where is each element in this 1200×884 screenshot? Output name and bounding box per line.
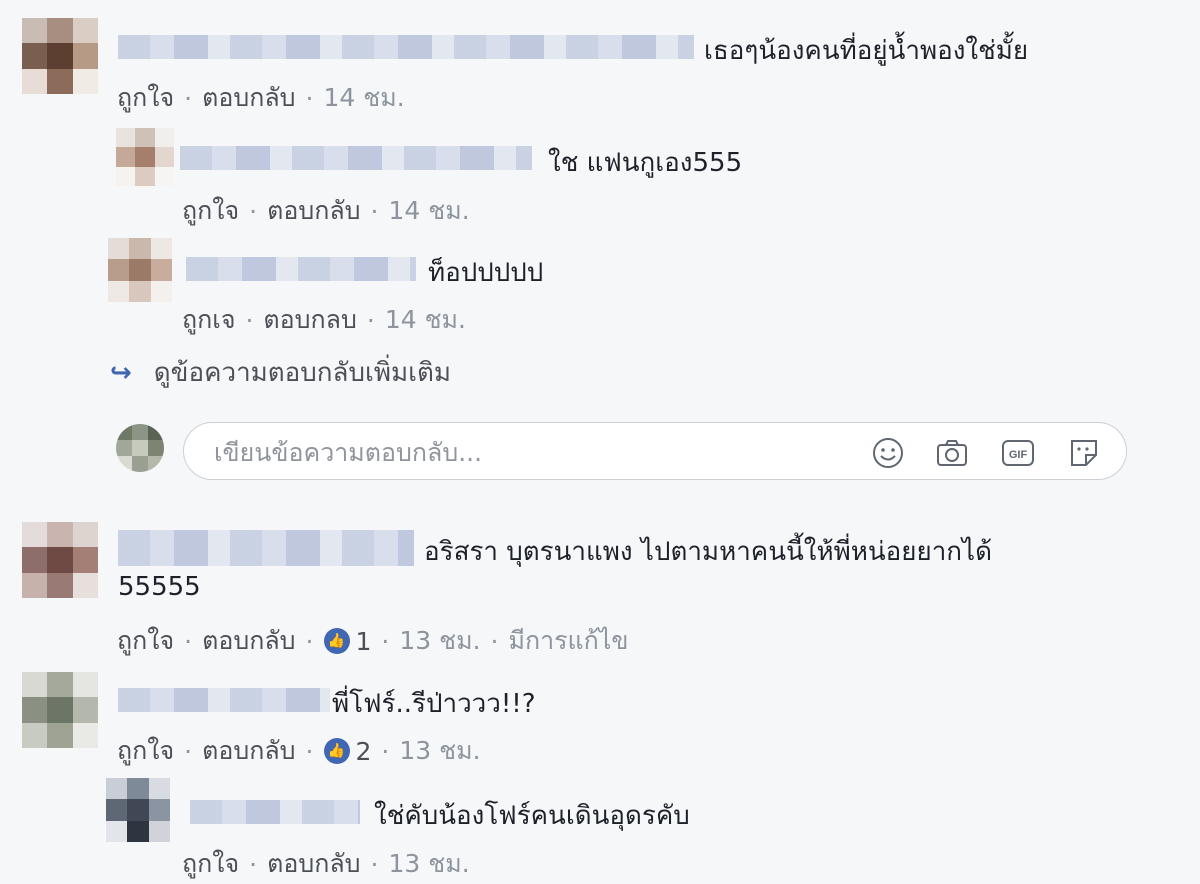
like-link[interactable]: ถูกใจ xyxy=(117,621,174,661)
gif-icon[interactable]: GIF xyxy=(1000,435,1036,471)
like-reaction-icon[interactable]: 👍 xyxy=(323,628,350,654)
timestamp[interactable]: 13 ชม. xyxy=(399,731,480,771)
emoji-icon[interactable] xyxy=(870,435,906,471)
reply-link[interactable]: ตอบกลับ xyxy=(267,191,360,231)
timestamp[interactable]: 13 ชม. xyxy=(399,621,480,661)
reply-link[interactable]: ตอบกลับ xyxy=(267,844,360,884)
commenter-name[interactable] xyxy=(118,530,414,566)
my-avatar[interactable] xyxy=(116,424,164,472)
separator-dot: · xyxy=(249,196,258,226)
like-link[interactable]: ถูกใจ xyxy=(117,731,174,771)
comment-actions: ถูกใจ · ตอบกลับ · 14 ชม. xyxy=(117,78,405,118)
separator-dot: · xyxy=(249,849,258,879)
comment-text-continued: 55555 xyxy=(118,572,201,602)
edited-label[interactable]: มีการแก้ไข xyxy=(508,621,628,661)
reply-link[interactable]: ตอบกลับ xyxy=(202,621,295,661)
like-link[interactable]: ถูกใจ xyxy=(182,844,239,884)
comment-actions: ถูกใจ · ตอบกลับ · 13 ชม. xyxy=(182,844,470,884)
like-link[interactable]: ถูกใจ xyxy=(117,78,174,118)
avatar[interactable] xyxy=(22,672,98,748)
avatar[interactable] xyxy=(108,238,172,302)
reply-arrow-icon: ↪ xyxy=(110,357,132,388)
separator-dot: · xyxy=(245,305,254,335)
comment-actions: ถูกใจ · ตอบกลับ · 👍 1 · 13 ชม. · มีการแก… xyxy=(117,621,628,661)
separator-dot: · xyxy=(370,849,379,879)
timestamp[interactable]: 13 ชม. xyxy=(389,844,470,884)
comment-text: พี่โฟร์..รีป่าววว!!? xyxy=(332,689,536,719)
commenter-name[interactable] xyxy=(186,257,416,281)
timestamp[interactable]: 14 ชม. xyxy=(389,191,470,231)
commenter-name[interactable] xyxy=(180,146,532,170)
separator-dot: · xyxy=(490,626,499,656)
separator-dot: · xyxy=(381,626,390,656)
camera-icon[interactable] xyxy=(934,435,970,471)
avatar[interactable] xyxy=(116,128,174,186)
comment-text: ท็อปปปปป xyxy=(428,258,544,288)
reply-link[interactable]: ตอบกลับ xyxy=(202,78,295,118)
reply-composer[interactable]: GIF xyxy=(183,422,1127,480)
sticker-icon[interactable] xyxy=(1066,435,1102,471)
separator-dot: · xyxy=(305,736,314,766)
comment-actions: ถูกใจ · ตอบกลับ · 👍 2 · 13 ชม. xyxy=(117,731,481,771)
timestamp[interactable]: 14 ชม. xyxy=(385,300,466,340)
avatar[interactable] xyxy=(106,778,170,842)
commenter-name[interactable] xyxy=(118,688,330,712)
comment-text: อริสรา บุตรนาแพง ไปตามหาคนนี้ให้พี่หน่อย… xyxy=(424,537,993,567)
separator-dot: · xyxy=(366,305,375,335)
separator-dot: · xyxy=(184,626,193,656)
timestamp[interactable]: 14 ชม. xyxy=(324,78,405,118)
comment-text: ใช แฟนกูเอง555 xyxy=(548,148,743,178)
separator-dot: · xyxy=(305,83,314,113)
separator-dot: · xyxy=(381,736,390,766)
reply-input[interactable] xyxy=(212,435,836,469)
separator-dot: · xyxy=(370,196,379,226)
separator-dot: · xyxy=(305,626,314,656)
view-more-replies-label: ดูข้อความตอบกลับเพิ่มเติม xyxy=(153,358,452,388)
commenter-name[interactable] xyxy=(190,800,360,824)
reaction-count[interactable]: 2 xyxy=(356,737,372,766)
separator-dot: · xyxy=(184,736,193,766)
like-link[interactable]: ถูกใจ xyxy=(182,191,239,231)
reply-link[interactable]: ตอบกลบ xyxy=(263,300,356,340)
like-reaction-icon[interactable]: 👍 xyxy=(323,738,350,764)
comment-actions: ถูกใจ · ตอบกลับ · 14 ชม. xyxy=(182,191,470,231)
commenter-name[interactable] xyxy=(118,35,694,59)
reaction-count[interactable]: 1 xyxy=(356,627,372,656)
view-more-replies-link[interactable]: ↪ ดูข้อความตอบกลับเพิ่มเติม xyxy=(110,352,451,393)
comment-text: เธอๆน้องคนที่อยู่น้ำพองใช่มั้ย xyxy=(704,36,1029,66)
reply-link[interactable]: ตอบกลับ xyxy=(202,731,295,771)
like-link[interactable]: ถูกเจ xyxy=(182,300,235,340)
comment-text: ใช่คับน้องโฟร์คนเดินอุดรคับ xyxy=(374,801,690,831)
avatar[interactable] xyxy=(22,18,98,94)
comment-actions: ถูกเจ · ตอบกลบ · 14 ชม. xyxy=(182,300,466,340)
avatar[interactable] xyxy=(22,522,98,598)
separator-dot: · xyxy=(184,83,193,113)
gif-icon-label: GIF xyxy=(1009,449,1028,461)
